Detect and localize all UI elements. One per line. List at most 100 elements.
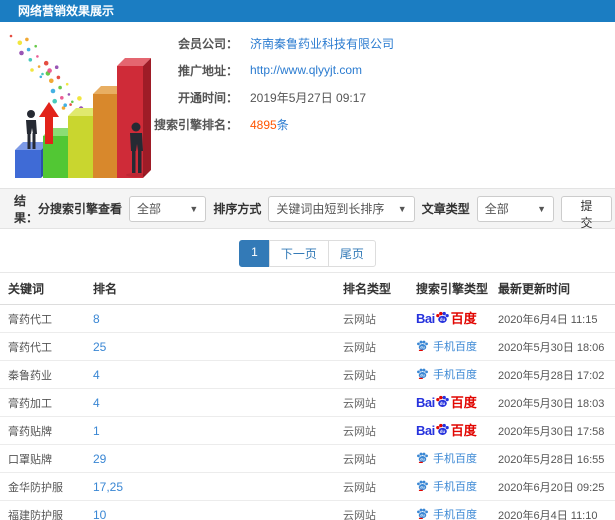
rank-cell: 4	[85, 360, 335, 389]
ranking-count-number: 4895	[250, 117, 277, 132]
open-time-label: 开通时间：	[177, 90, 238, 105]
baidu-paw-icon: du	[435, 395, 449, 407]
promo-url-link[interactable]: http://www.qlyyjt.com	[250, 63, 362, 77]
keyword-cell: 膏药贴牌	[0, 416, 85, 445]
engine-type-cell: du 手机百度	[408, 472, 490, 501]
engine-filter-selected-value: 全部	[137, 202, 162, 216]
baidu-paw-icon: du	[435, 423, 449, 435]
submit-button[interactable]: 提交	[561, 195, 613, 230]
rank-cell: 29	[85, 444, 335, 473]
company-label: 会员公司：	[177, 36, 238, 51]
baidu-logo-cn-text: 百度	[450, 311, 477, 326]
engine-type-cell: du 手机百度	[408, 332, 490, 361]
keyword-cell: 膏药代工	[0, 332, 85, 361]
open-time-value: 2019年5月27日 09:17	[250, 90, 367, 105]
table-row: 膏药贴牌 1 云网站 Bai du 百度 2020年5月30日 17:58	[0, 416, 615, 445]
sort-filter-selected-value: 关键词由短到长排序	[276, 202, 385, 216]
keyword-cell: 福建防护服	[0, 500, 85, 520]
rank-link[interactable]: 17,25	[93, 480, 123, 494]
table-header-row: 关键词 排名 排名类型 搜索引擎类型 最新更新时间	[0, 272, 615, 305]
engine-type-cell: du 手机百度	[408, 360, 490, 389]
ranking-count-unit: 条	[276, 117, 289, 132]
keyword-cell: 膏药加工	[0, 388, 85, 417]
last-page-button[interactable]: 尾页	[327, 240, 376, 267]
baidu-paw-icon: du	[435, 311, 449, 323]
sort-filter-select[interactable]: 关键词由短到长排序 ▼	[268, 195, 415, 222]
svg-text:du: du	[440, 428, 446, 433]
rank-link[interactable]: 4	[93, 368, 100, 382]
engine-filter-select[interactable]: 全部 ▼	[129, 195, 207, 222]
update-time-cell: 2020年6月4日 11:15	[490, 304, 615, 333]
rank-link[interactable]: 8	[93, 312, 100, 326]
baidu-paw-icon: du	[417, 340, 428, 352]
rank-link[interactable]: 25	[93, 340, 106, 354]
col-header-engine-type: 搜索引擎类型	[408, 272, 490, 305]
baidu-paw-icon: du	[417, 508, 428, 520]
rank-type-cell: 云网站	[335, 444, 408, 473]
keyword-cell: 膏药代工	[0, 304, 85, 333]
rank-type-cell: 云网站	[335, 416, 408, 445]
baidu-paw-icon: du	[417, 368, 428, 380]
mobile-baidu-text: 手机百度	[433, 368, 477, 381]
col-header-rank-type: 排名类型	[335, 272, 408, 305]
rank-cell: 25	[85, 332, 335, 361]
engine-filter-label: 分搜索引擎查看	[38, 202, 123, 216]
rank-cell: 4	[85, 388, 335, 417]
rank-type-cell: 云网站	[335, 472, 408, 501]
baidu-logo-cn-text: 百度	[450, 395, 477, 410]
result-label: 结果：	[14, 193, 39, 225]
engine-type-cell: Bai du 百度	[408, 388, 490, 417]
rank-type-cell: 云网站	[335, 304, 408, 333]
col-header-update-time: 最新更新时间	[490, 272, 615, 305]
mobile-baidu-label: du 手机百度	[416, 366, 477, 382]
rank-cell: 8	[85, 304, 335, 333]
baidu-paw-icon: du	[417, 452, 428, 464]
rank-link[interactable]: 10	[93, 508, 106, 520]
svg-text:du: du	[420, 458, 424, 462]
chevron-down-icon: ▼	[397, 203, 407, 214]
mobile-baidu-label: du 手机百度	[416, 506, 477, 520]
article-type-selected-value: 全部	[484, 202, 509, 216]
info-row-open-time: 开通时间： 2019年5月27日 09:17	[0, 90, 615, 105]
info-row-url: 推广地址： http://www.qlyyjt.com	[0, 63, 615, 78]
keyword-cell: 秦鲁药业	[0, 360, 85, 389]
next-page-button[interactable]: 下一页	[268, 240, 329, 267]
member-info-section: 会员公司： 济南秦鲁药业科技有限公司 推广地址： http://www.qlyy…	[0, 30, 615, 186]
rank-type-cell: 云网站	[335, 500, 408, 520]
mobile-baidu-text: 手机百度	[433, 452, 477, 465]
baidu-pc-logo: Bai du 百度	[416, 394, 477, 412]
update-time-cell: 2020年6月4日 11:10	[490, 500, 615, 520]
rank-type-cell: 云网站	[335, 360, 408, 389]
page-title: 网络营销效果展示	[18, 4, 115, 18]
rank-link[interactable]: 4	[93, 396, 100, 410]
rank-link[interactable]: 1	[93, 424, 100, 438]
chevron-down-icon: ▼	[537, 203, 547, 214]
update-time-cell: 2020年5月28日 16:55	[490, 444, 615, 473]
baidu-paw-icon: du	[417, 480, 428, 492]
baidu-logo-bai-text: Bai	[416, 423, 435, 438]
keyword-ranking-table: 关键词 排名 排名类型 搜索引擎类型 最新更新时间 膏药代工 8 云网站 Bai…	[0, 272, 615, 520]
ranking-count-label: 搜索引擎排名：	[153, 117, 238, 132]
rank-type-cell: 云网站	[335, 388, 408, 417]
table-row: 金华防护服 17,25 云网站 du 手机百度 2020年6月20日 09:25	[0, 472, 615, 501]
member-info-rows: 会员公司： 济南秦鲁药业科技有限公司 推广地址： http://www.qlyy…	[0, 36, 615, 144]
rank-cell: 1	[85, 416, 335, 445]
mobile-baidu-text: 手机百度	[433, 480, 477, 493]
table-row: 膏药代工 25 云网站 du 手机百度 2020年5月30日 18:06	[0, 332, 615, 361]
baidu-logo-bai-text: Bai	[416, 311, 435, 326]
baidu-logo-cn-text: 百度	[450, 423, 477, 438]
engine-type-cell: Bai du 百度	[408, 304, 490, 333]
page-1-button[interactable]: 1	[239, 240, 270, 267]
mobile-baidu-label: du 手机百度	[416, 478, 477, 494]
update-time-cell: 2020年5月28日 17:02	[490, 360, 615, 389]
info-row-ranking-count: 搜索引擎排名： 4895条	[0, 117, 615, 132]
article-type-filter-select[interactable]: 全部 ▼	[476, 195, 555, 222]
sort-filter-label: 排序方式	[213, 202, 262, 216]
svg-text:du: du	[420, 374, 424, 378]
svg-text:du: du	[440, 316, 446, 321]
baidu-pc-logo: Bai du 百度	[416, 310, 477, 328]
pagination-wrap: 1 下一页 尾页	[0, 240, 615, 267]
keyword-cell: 金华防护服	[0, 472, 85, 501]
svg-text:du: du	[420, 346, 424, 350]
rank-link[interactable]: 29	[93, 452, 106, 466]
